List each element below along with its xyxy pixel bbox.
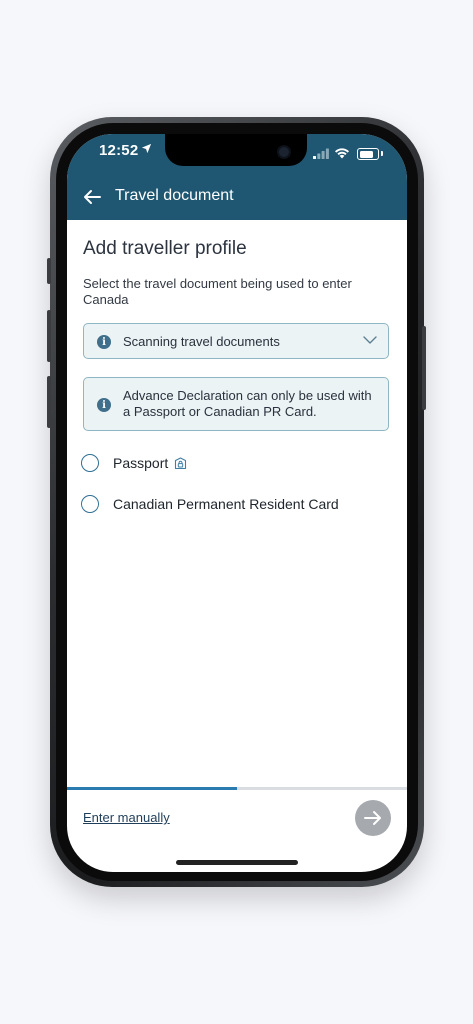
- option-pr-card[interactable]: Canadian Permanent Resident Card: [81, 492, 339, 516]
- info-icon: i: [97, 335, 111, 349]
- progress-fill: [67, 787, 237, 790]
- info-icon: i: [97, 398, 111, 412]
- option-label: Canadian Permanent Resident Card: [113, 496, 339, 512]
- side-button-mute: [47, 258, 51, 284]
- location-arrow-icon: [141, 143, 152, 154]
- scanning-accordion[interactable]: i Scanning travel documents: [83, 323, 389, 359]
- lock-icon: [174, 456, 187, 470]
- option-passport[interactable]: Passport: [81, 451, 187, 475]
- app-header: 12:52 Travel document: [67, 134, 407, 220]
- enter-manually-link[interactable]: Enter manually: [83, 810, 170, 825]
- next-button[interactable]: [355, 800, 391, 836]
- notch: [165, 134, 307, 166]
- camera-icon: [277, 145, 291, 159]
- option-label: Passport: [113, 455, 169, 471]
- app-screen: 12:52 Travel document Add traveller prof…: [67, 134, 407, 872]
- battery-tip: [381, 151, 383, 156]
- info-notice: i Advance Declaration can only be used w…: [83, 377, 389, 431]
- notice-text: Advance Declaration can only be used wit…: [123, 388, 372, 419]
- page-subtitle: Select the travel document being used to…: [83, 276, 352, 307]
- battery-icon: [357, 148, 379, 160]
- side-button-power: [422, 326, 426, 410]
- page-title: Add traveller profile: [83, 238, 247, 259]
- status-time: 12:52: [99, 142, 139, 159]
- home-indicator: [176, 860, 298, 865]
- side-button-volume-down: [47, 376, 51, 428]
- accordion-label: Scanning travel documents: [123, 334, 280, 349]
- radio-pr-card[interactable]: [81, 495, 99, 513]
- radio-passport[interactable]: [81, 454, 99, 472]
- wifi-icon: [335, 148, 349, 159]
- arrow-right-icon: [364, 811, 381, 825]
- progress-bar: [67, 787, 407, 790]
- back-button[interactable]: [79, 184, 105, 210]
- chevron-down-icon: [363, 336, 377, 344]
- arrow-left-icon: [84, 190, 101, 204]
- side-button-volume-up: [47, 310, 51, 362]
- header-title: Travel document: [115, 187, 234, 204]
- signal-icon: [313, 148, 329, 159]
